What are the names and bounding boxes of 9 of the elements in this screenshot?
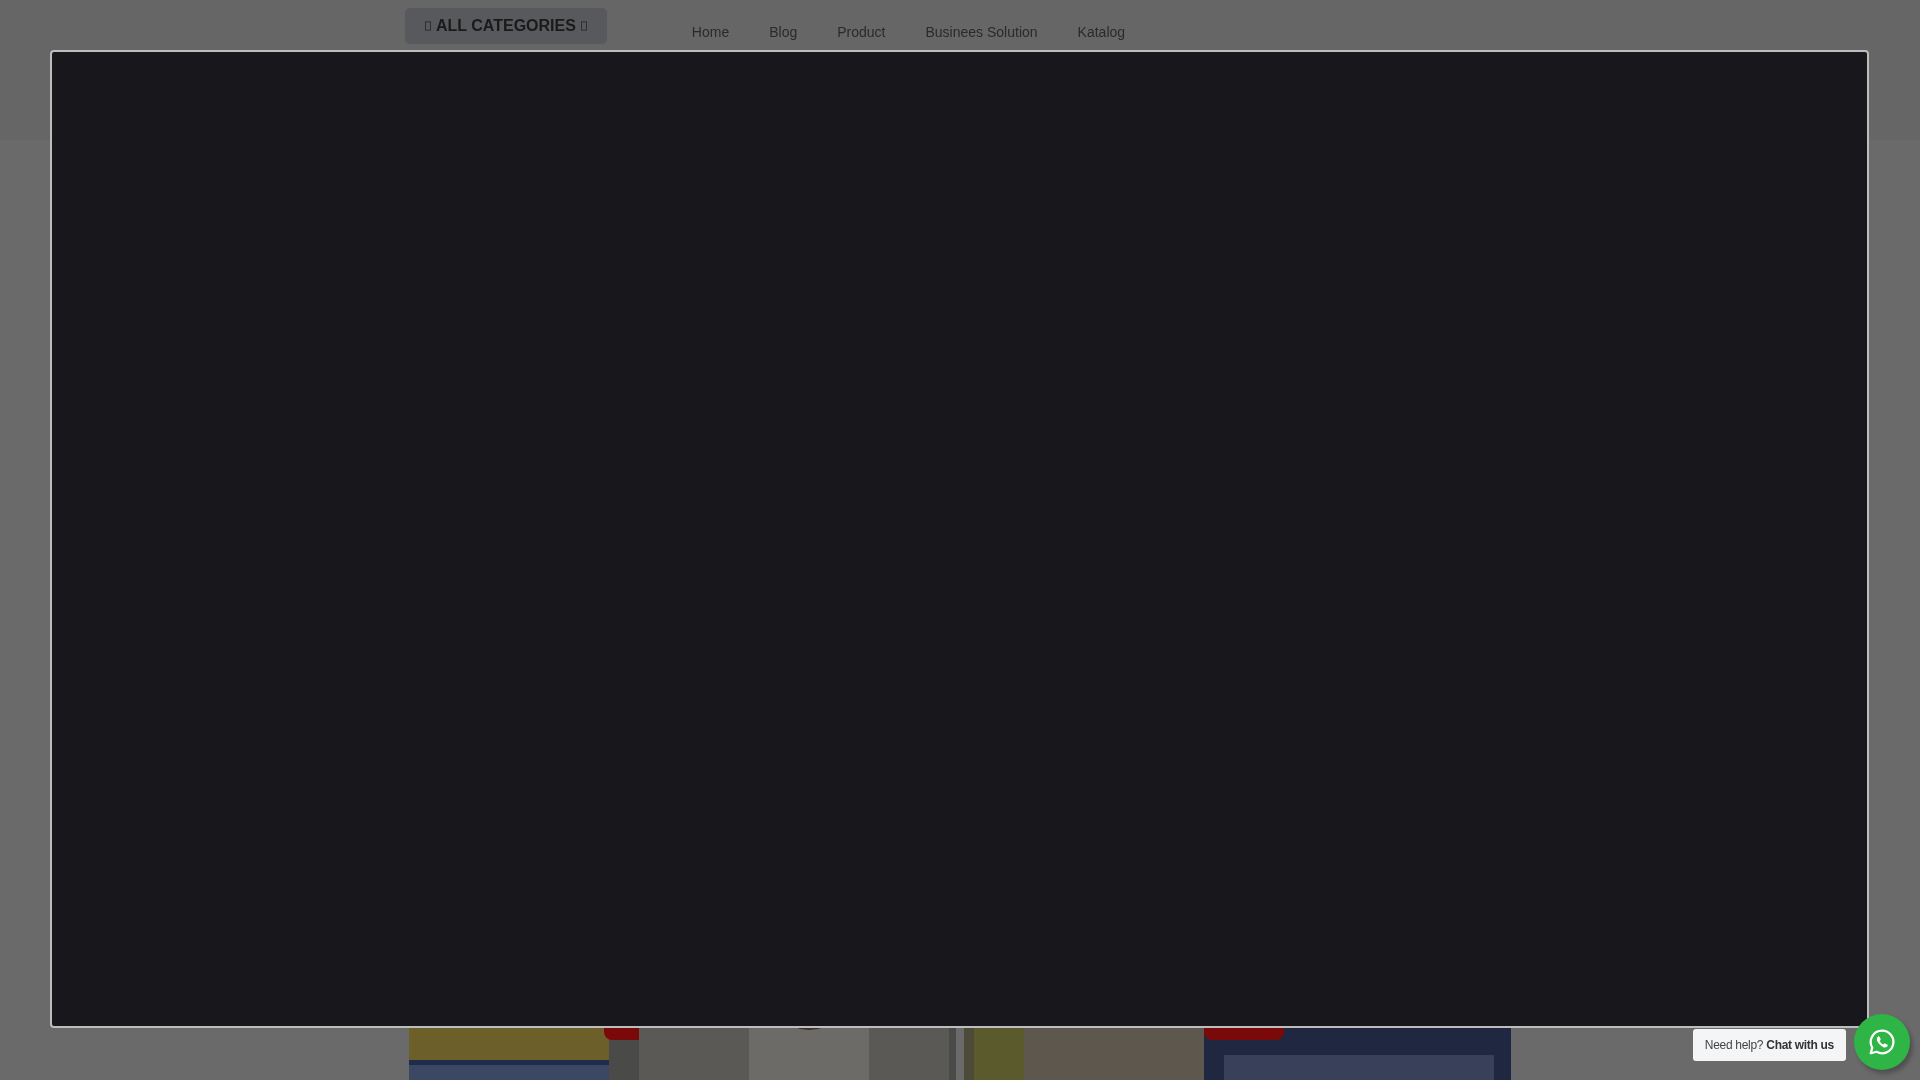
whatsapp-icon	[1867, 1027, 1897, 1057]
chat-prompt[interactable]: Need help? Chat with us	[1692, 1029, 1846, 1061]
nav-link[interactable]: Katalog	[1077, 24, 1126, 40]
nav-link[interactable]: Home	[691, 24, 730, 40]
nav-link[interactable]: Product	[837, 24, 886, 40]
whatsapp-button[interactable]	[1854, 1014, 1910, 1070]
all-categories-button[interactable]: ALL CATEGORIES	[405, 8, 607, 44]
nav-link[interactable]: Businees Solution	[925, 24, 1038, 40]
nav-link[interactable]: Blog	[769, 24, 798, 40]
